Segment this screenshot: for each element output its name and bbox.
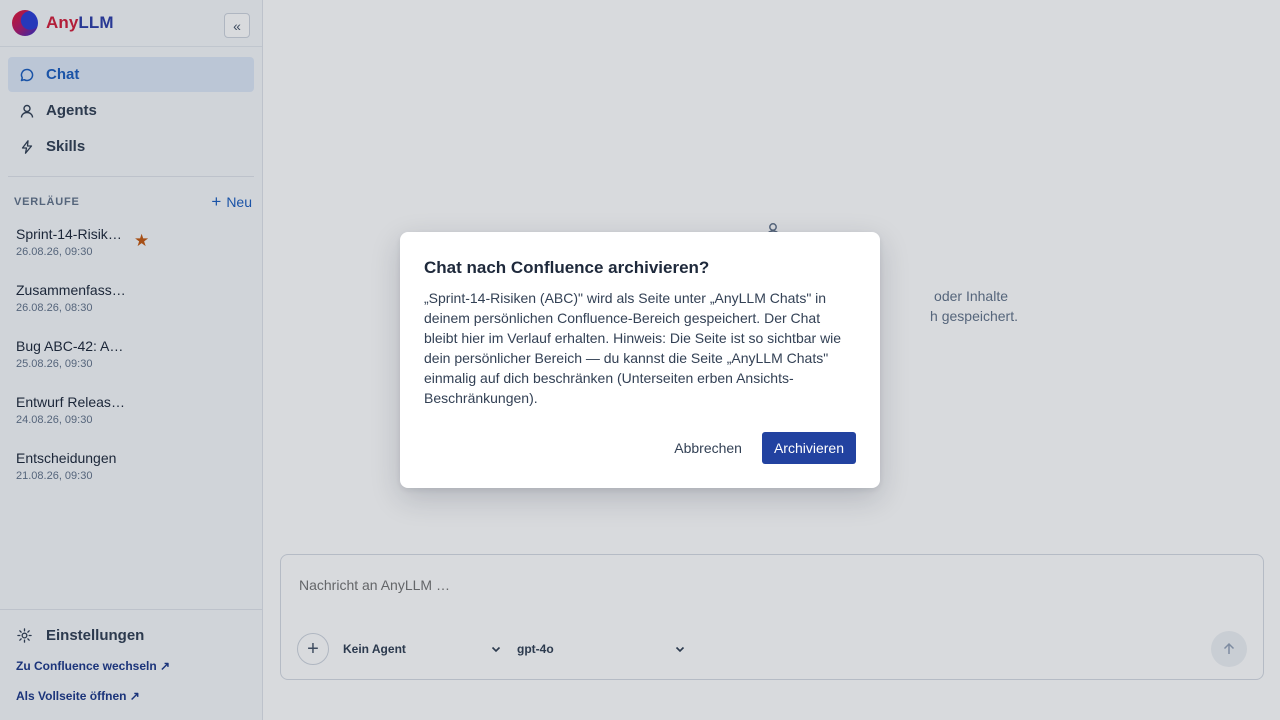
dialog-body: „Sprint-14-Risiken (ABC)" wird als Seite… bbox=[424, 290, 842, 406]
dialog-actions: Abbrechen Archivieren bbox=[674, 432, 856, 464]
cancel-button[interactable]: Abbrechen bbox=[674, 440, 742, 456]
archive-button[interactable]: Archivieren bbox=[761, 432, 856, 464]
dialog-title: Chat nach Confluence archivieren? bbox=[424, 258, 710, 277]
archive-dialog: Chat nach Confluence archivieren? „Sprin… bbox=[400, 232, 880, 488]
